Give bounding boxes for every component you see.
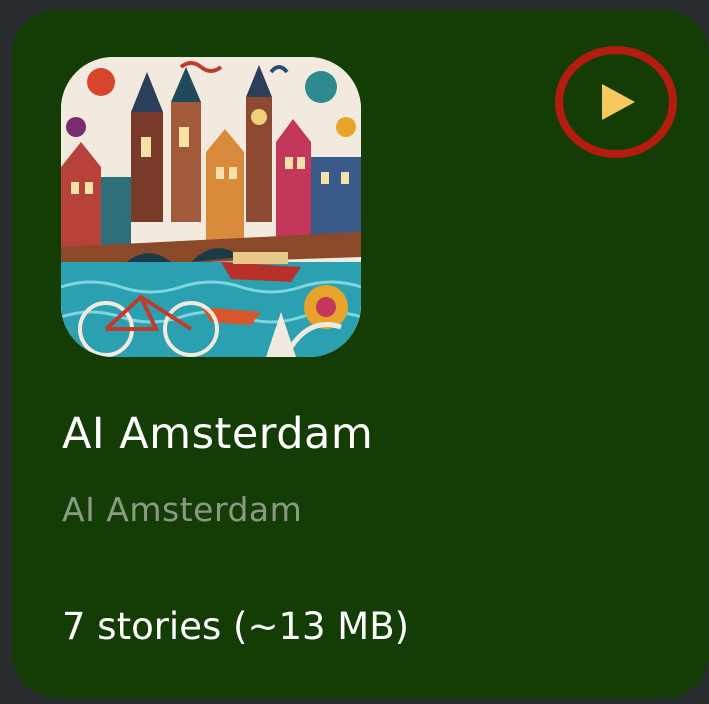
playlist-subtitle: AI Amsterdam bbox=[62, 490, 303, 529]
playlist-artwork[interactable] bbox=[61, 57, 361, 357]
play-button[interactable] bbox=[555, 46, 677, 158]
amsterdam-illustration bbox=[61, 57, 361, 357]
playlist-title: AI Amsterdam bbox=[62, 409, 374, 459]
play-icon bbox=[602, 84, 635, 120]
playlist-story-count: 7 stories (~13 MB) bbox=[62, 605, 410, 648]
playlist-card[interactable]: AI Amsterdam AI Amsterdam 7 stories (~13… bbox=[12, 10, 709, 698]
